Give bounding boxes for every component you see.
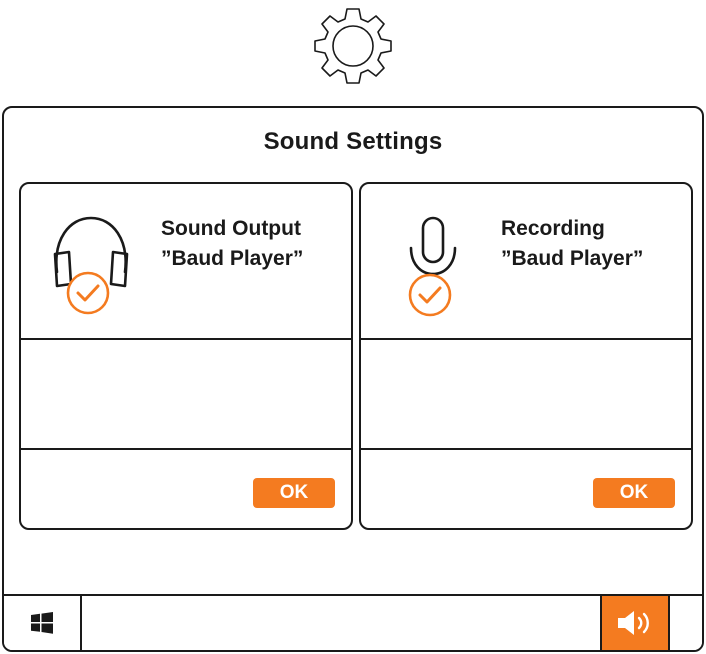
divider <box>21 448 351 450</box>
recording-ok-button[interactable]: OK <box>593 478 675 508</box>
sound-output-label: Sound Output ”Baud Player” <box>161 214 303 274</box>
recording-device: ”Baud Player” <box>501 247 644 270</box>
recording-title: Recording <box>501 217 605 240</box>
sound-settings-window: Sound Settings Sound Output ”Baud Player… <box>2 106 704 652</box>
sound-output-device: ”Baud Player” <box>161 247 304 270</box>
recording-panel: Recording ”Baud Player” OK <box>359 182 693 530</box>
sound-output-panel: Sound Output ”Baud Player” OK <box>19 182 353 530</box>
sound-output-ok-button[interactable]: OK <box>253 478 335 508</box>
speaker-volume-icon <box>618 611 649 635</box>
sound-output-title: Sound Output <box>161 217 301 240</box>
divider <box>361 448 691 450</box>
window-title: Sound Settings <box>263 128 443 155</box>
gear-icon <box>311 3 395 87</box>
recording-label: Recording ”Baud Player” <box>501 214 643 274</box>
microphone-icon <box>391 212 471 318</box>
volume-tray-button[interactable] <box>600 596 670 650</box>
divider <box>21 338 351 340</box>
start-button[interactable] <box>4 596 82 650</box>
headphones-icon <box>51 212 131 318</box>
checkmark-circle-icon <box>408 273 452 317</box>
divider <box>361 338 691 340</box>
taskbar <box>4 594 702 650</box>
windows-logo-icon <box>31 612 53 634</box>
checkmark-circle-icon <box>66 271 110 315</box>
